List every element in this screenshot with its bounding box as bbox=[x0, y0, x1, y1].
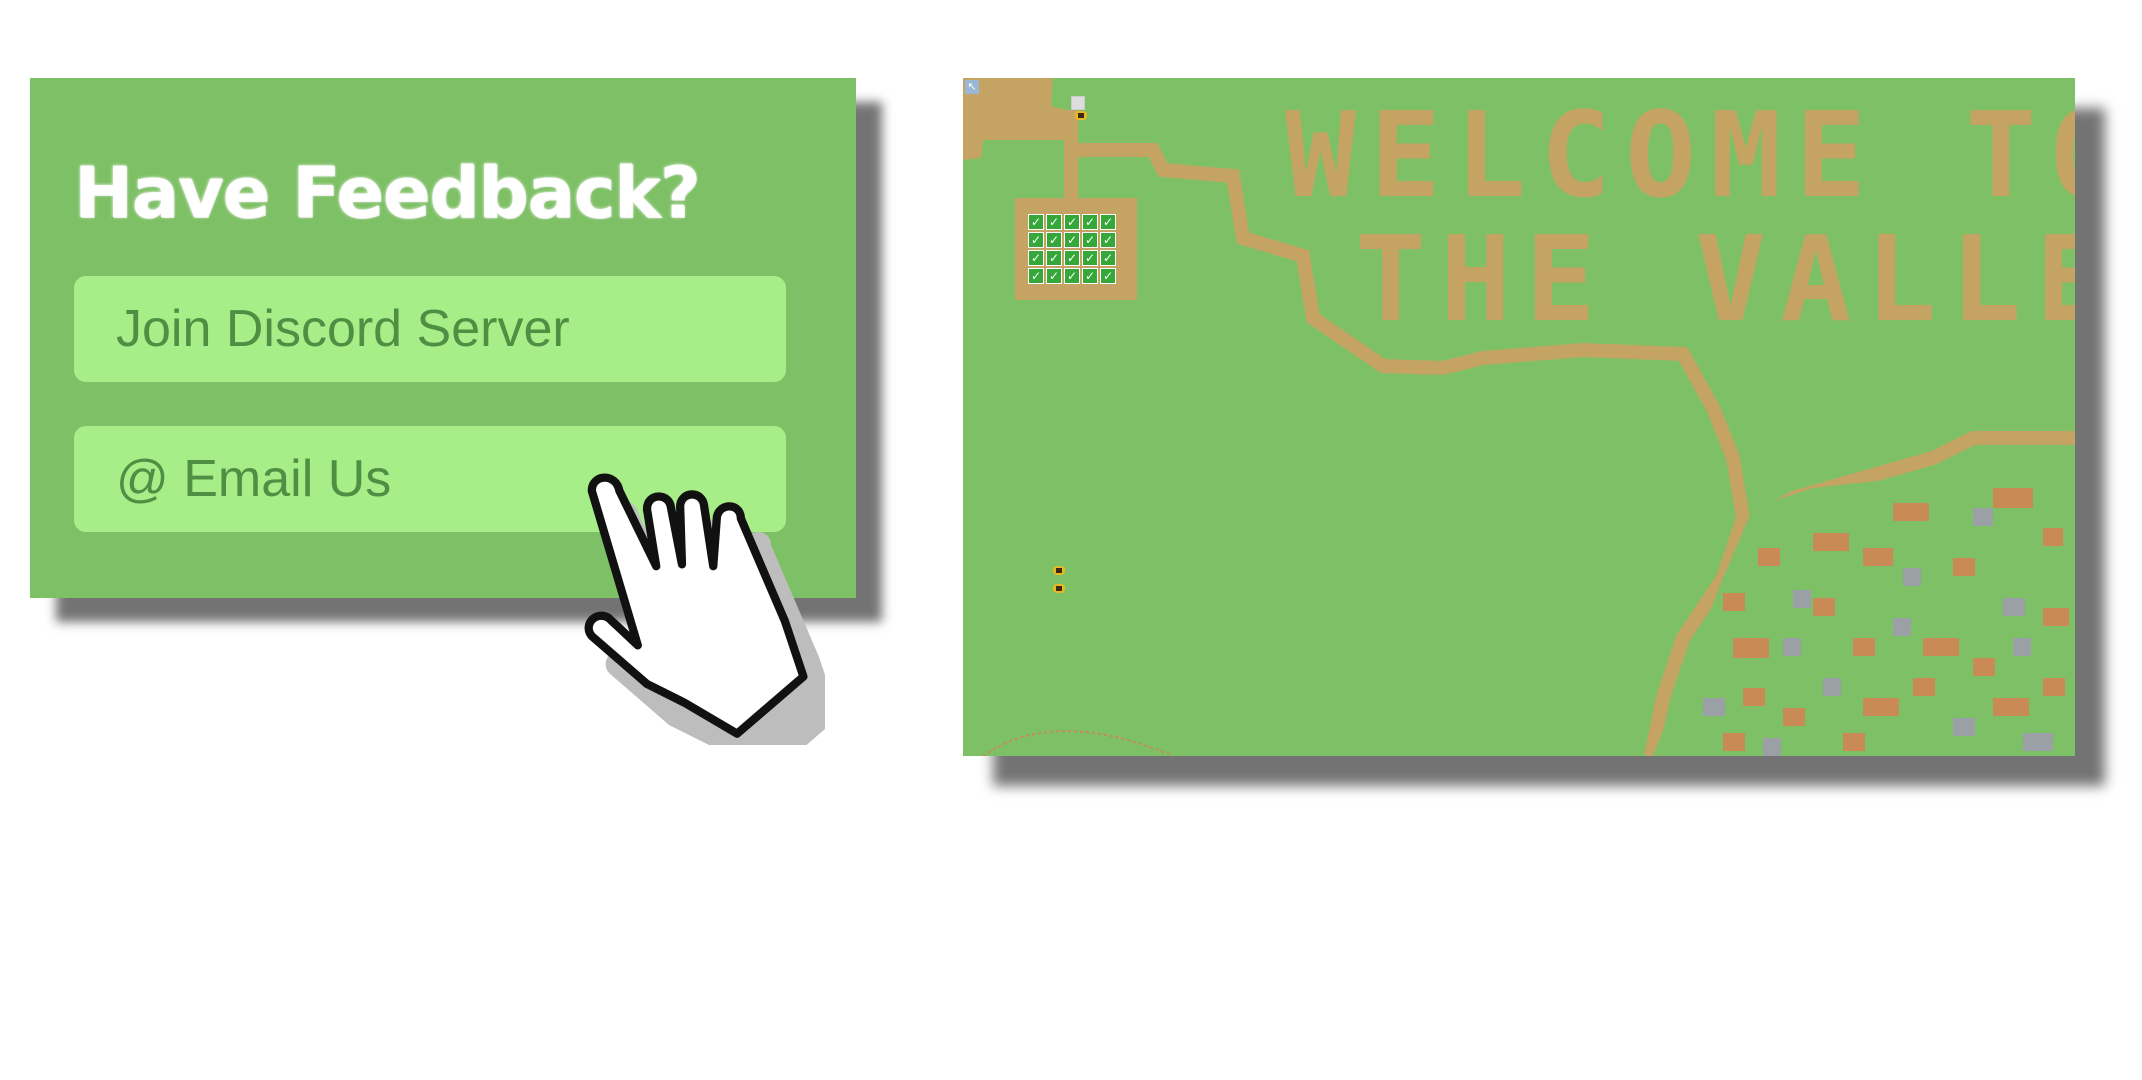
crop-icon[interactable]: ✓ bbox=[1046, 268, 1062, 284]
hand-pointer-icon bbox=[584, 473, 825, 745]
crop-icon[interactable]: ✓ bbox=[1100, 232, 1116, 248]
join-discord-button[interactable]: Join Discord Server bbox=[74, 276, 786, 382]
crop-icon[interactable]: ✓ bbox=[1100, 250, 1116, 266]
feedback-title: Have Feedback? bbox=[74, 152, 700, 234]
welcome-banner-line2: THE VALLEY bbox=[1355, 210, 2075, 348]
crop-icon[interactable]: ✓ bbox=[1082, 214, 1098, 230]
crop-icon[interactable]: ✓ bbox=[1028, 232, 1044, 248]
crop-field[interactable]: ✓ ✓ ✓ ✓ ✓ ✓ ✓ ✓ ✓ ✓ ✓ ✓ ✓ ✓ ✓ ✓ ✓ ✓ ✓ ✓ bbox=[1015, 198, 1137, 300]
crop-icon[interactable]: ✓ bbox=[1082, 268, 1098, 284]
crop-icon[interactable]: ✓ bbox=[1064, 268, 1080, 284]
bee-icon[interactable] bbox=[1075, 111, 1087, 120]
crop-icon[interactable]: ✓ bbox=[1100, 214, 1116, 230]
crop-icon[interactable]: ✓ bbox=[1082, 250, 1098, 266]
crop-icon[interactable]: ✓ bbox=[1064, 250, 1080, 266]
crop-icon[interactable]: ✓ bbox=[1064, 232, 1080, 248]
crop-icon[interactable]: ✓ bbox=[1046, 214, 1062, 230]
cursor-icon[interactable]: ↖ bbox=[965, 80, 979, 94]
crop-icon[interactable]: ✓ bbox=[1100, 268, 1116, 284]
crop-icon[interactable]: ✓ bbox=[1064, 214, 1080, 230]
bee-icon[interactable] bbox=[1053, 566, 1065, 575]
crop-icon[interactable]: ✓ bbox=[1028, 214, 1044, 230]
welcome-banner-line1: WELCOME TO bbox=[1285, 86, 2075, 224]
crop-icon[interactable]: ✓ bbox=[1046, 232, 1062, 248]
crop-icon[interactable]: ✓ bbox=[1028, 268, 1044, 284]
crop-icon[interactable]: ✓ bbox=[1082, 232, 1098, 248]
crop-icon[interactable]: ✓ bbox=[1028, 250, 1044, 266]
game-viewport[interactable]: ↖ WELCOME TO THE VALLEY ✓✓✓✓✓✓✓✓✓✓✓✓✓✓✓✓… bbox=[963, 78, 2075, 756]
crop-icon[interactable]: ✓ bbox=[1046, 250, 1062, 266]
marker-icon bbox=[1071, 96, 1085, 110]
bee-icon[interactable] bbox=[1053, 584, 1065, 593]
